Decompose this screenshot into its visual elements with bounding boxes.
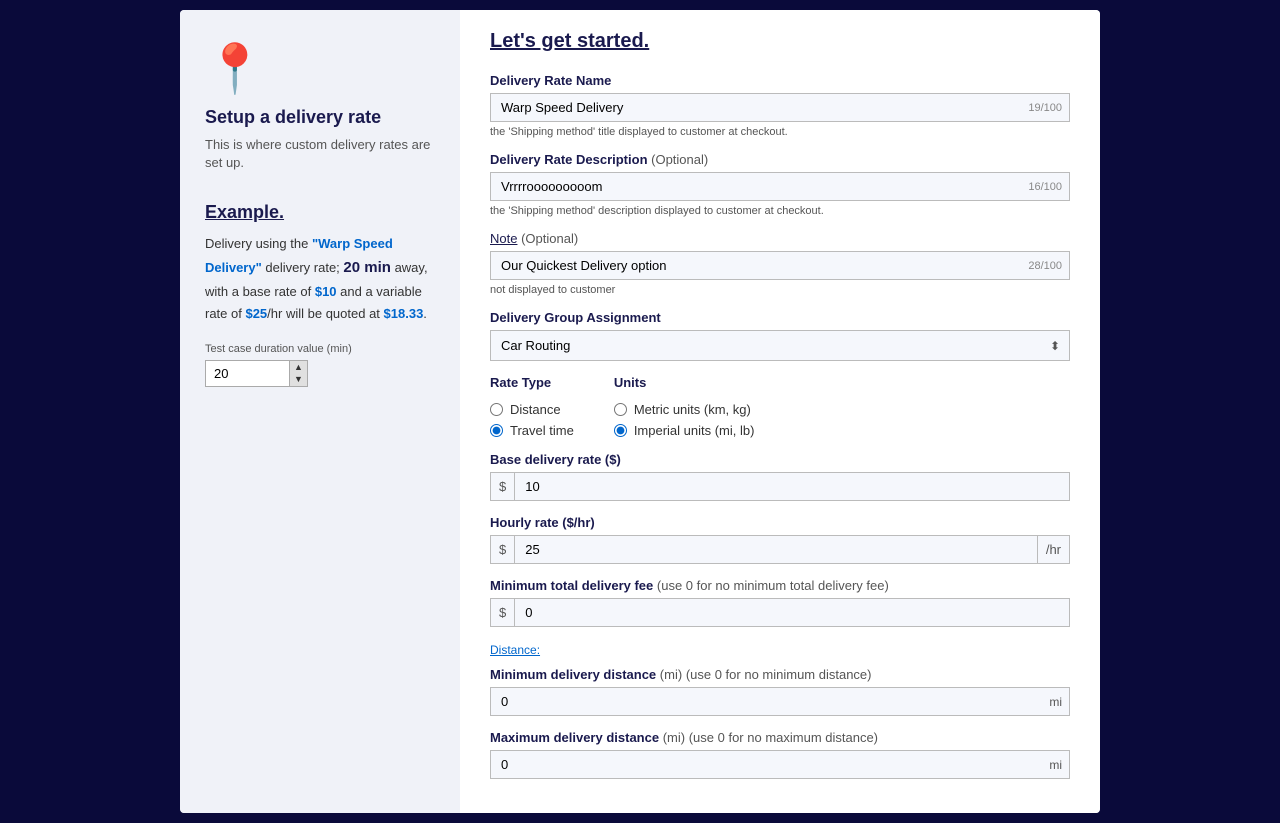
units-imperial-radio[interactable] — [614, 424, 627, 437]
rate-type-label: Rate Type — [490, 375, 574, 390]
note-section: Note (Optional) 28/100 not displayed to … — [490, 231, 1070, 296]
units-imperial-option[interactable]: Imperial units (mi, lb) — [614, 423, 755, 438]
rate-type-travel-label: Travel time — [510, 423, 574, 438]
main-container: 📍 Setup a delivery rate This is where cu… — [180, 10, 1100, 813]
test-case-spinner: ▲ ▼ — [290, 360, 308, 387]
example-base: $10 — [315, 284, 337, 299]
base-rate-prefix: $ — [491, 473, 515, 500]
note-input[interactable] — [490, 251, 1070, 280]
delivery-rate-name-input[interactable] — [490, 93, 1070, 122]
right-panel: Let's get started. Delivery Rate Name 19… — [460, 10, 1100, 813]
example-time: 20 min — [343, 259, 391, 276]
setup-desc: This is where custom delivery rates are … — [205, 136, 435, 172]
max-dist-input[interactable] — [490, 750, 1070, 779]
example-rate: $25 — [245, 306, 267, 321]
units-group: Units Metric units (km, kg) Imperial uni… — [614, 375, 755, 438]
test-case-label: Test case duration value (min) — [205, 343, 435, 355]
rate-type-distance-radio[interactable] — [490, 403, 503, 416]
test-case-input-wrap: ▲ ▼ — [205, 360, 315, 387]
example-text-5: /hr will be quoted at — [267, 306, 383, 321]
delivery-group-label: Delivery Group Assignment — [490, 310, 1070, 325]
hourly-rate-input[interactable] — [515, 536, 1037, 563]
delivery-group-section: Delivery Group Assignment Car Routing Bi… — [490, 310, 1070, 361]
rate-type-group: Rate Type Distance Travel time — [490, 375, 574, 438]
max-dist-section: Maximum delivery distance (mi) (use 0 fo… — [490, 730, 1070, 779]
hourly-rate-prefix: $ — [491, 536, 515, 563]
base-rate-input[interactable] — [515, 473, 1069, 500]
min-dist-section: Minimum delivery distance (mi) (use 0 fo… — [490, 667, 1070, 716]
delivery-group-select-wrap: Car Routing Bike Routing Walk Routing ⬍ — [490, 330, 1070, 361]
spinner-down-button[interactable]: ▼ — [290, 374, 307, 387]
delivery-rate-desc-label: Delivery Rate Description (Optional) — [490, 152, 1070, 167]
note-label: Note (Optional) — [490, 231, 1070, 246]
note-wrap: 28/100 — [490, 251, 1070, 280]
hourly-rate-label: Hourly rate ($/hr) — [490, 515, 1070, 530]
base-rate-label: Base delivery rate ($) — [490, 452, 1070, 467]
min-dist-wrap: mi — [490, 687, 1070, 716]
min-fee-label: Minimum total delivery fee (use 0 for no… — [490, 578, 1070, 593]
spinner-up-button[interactable]: ▲ — [290, 361, 307, 374]
base-rate-section: Base delivery rate ($) $ — [490, 452, 1070, 501]
delivery-rate-desc-optional: (Optional) — [651, 152, 708, 167]
min-fee-prefix: $ — [491, 599, 515, 626]
delivery-rate-desc-count: 16/100 — [1028, 181, 1062, 193]
delivery-group-select[interactable]: Car Routing Bike Routing Walk Routing — [490, 330, 1070, 361]
rate-type-travel-radio[interactable] — [490, 424, 503, 437]
example-total: $18.33 — [384, 306, 424, 321]
min-fee-input[interactable] — [515, 599, 1069, 626]
note-optional: (Optional) — [521, 231, 578, 246]
note-hint: not displayed to customer — [490, 284, 1070, 296]
units-metric-radio[interactable] — [614, 403, 627, 416]
example-text-2: delivery rate; — [262, 260, 344, 275]
min-fee-hint-inline: (use 0 for no minimum total delivery fee… — [657, 578, 889, 593]
hourly-rate-section: Hourly rate ($/hr) $ /hr — [490, 515, 1070, 564]
setup-title: Setup a delivery rate — [205, 107, 435, 128]
delivery-rate-desc-section: Delivery Rate Description (Optional) 16/… — [490, 152, 1070, 217]
base-rate-wrap: $ — [490, 472, 1070, 501]
min-fee-wrap: $ — [490, 598, 1070, 627]
example-text: Delivery using the "Warp Speed Delivery"… — [205, 233, 435, 325]
max-dist-wrap: mi — [490, 750, 1070, 779]
delivery-rate-name-count: 19/100 — [1028, 102, 1062, 114]
delivery-rate-name-section: Delivery Rate Name 19/100 the 'Shipping … — [490, 73, 1070, 138]
rate-type-distance-option[interactable]: Distance — [490, 402, 574, 417]
delivery-rate-name-label: Delivery Rate Name — [490, 73, 1070, 88]
hourly-rate-suffix: /hr — [1037, 536, 1069, 563]
min-dist-suffix: mi — [1049, 695, 1062, 709]
delivery-rate-desc-input[interactable] — [490, 172, 1070, 201]
rate-type-distance-label: Distance — [510, 402, 561, 417]
note-count: 28/100 — [1028, 260, 1062, 272]
example-text-1: Delivery using the — [205, 236, 312, 251]
distance-link[interactable]: Distance: — [490, 643, 540, 657]
units-imperial-label: Imperial units (mi, lb) — [634, 423, 755, 438]
rate-units-row: Rate Type Distance Travel time Units Met… — [490, 375, 1070, 438]
rate-type-travel-option[interactable]: Travel time — [490, 423, 574, 438]
delivery-rate-name-wrap: 19/100 — [490, 93, 1070, 122]
delivery-rate-desc-hint: the 'Shipping method' description displa… — [490, 205, 1070, 217]
min-fee-section: Minimum total delivery fee (use 0 for no… — [490, 578, 1070, 627]
page-title: Let's get started. — [490, 30, 1070, 53]
hourly-rate-wrap: $ /hr — [490, 535, 1070, 564]
min-dist-input[interactable] — [490, 687, 1070, 716]
left-panel: 📍 Setup a delivery rate This is where cu… — [180, 10, 460, 813]
test-case-input[interactable] — [205, 360, 290, 387]
delivery-rate-desc-wrap: 16/100 — [490, 172, 1070, 201]
example-title: Example. — [205, 202, 435, 223]
location-icon: 📍 — [205, 40, 435, 97]
units-metric-option[interactable]: Metric units (km, kg) — [614, 402, 755, 417]
units-label: Units — [614, 375, 755, 390]
delivery-rate-name-hint: the 'Shipping method' title displayed to… — [490, 126, 1070, 138]
units-metric-label: Metric units (km, kg) — [634, 402, 751, 417]
max-dist-label: Maximum delivery distance (mi) (use 0 fo… — [490, 730, 1070, 745]
example-text-6: . — [423, 306, 427, 321]
min-dist-label: Minimum delivery distance (mi) (use 0 fo… — [490, 667, 1070, 682]
max-dist-suffix: mi — [1049, 758, 1062, 772]
